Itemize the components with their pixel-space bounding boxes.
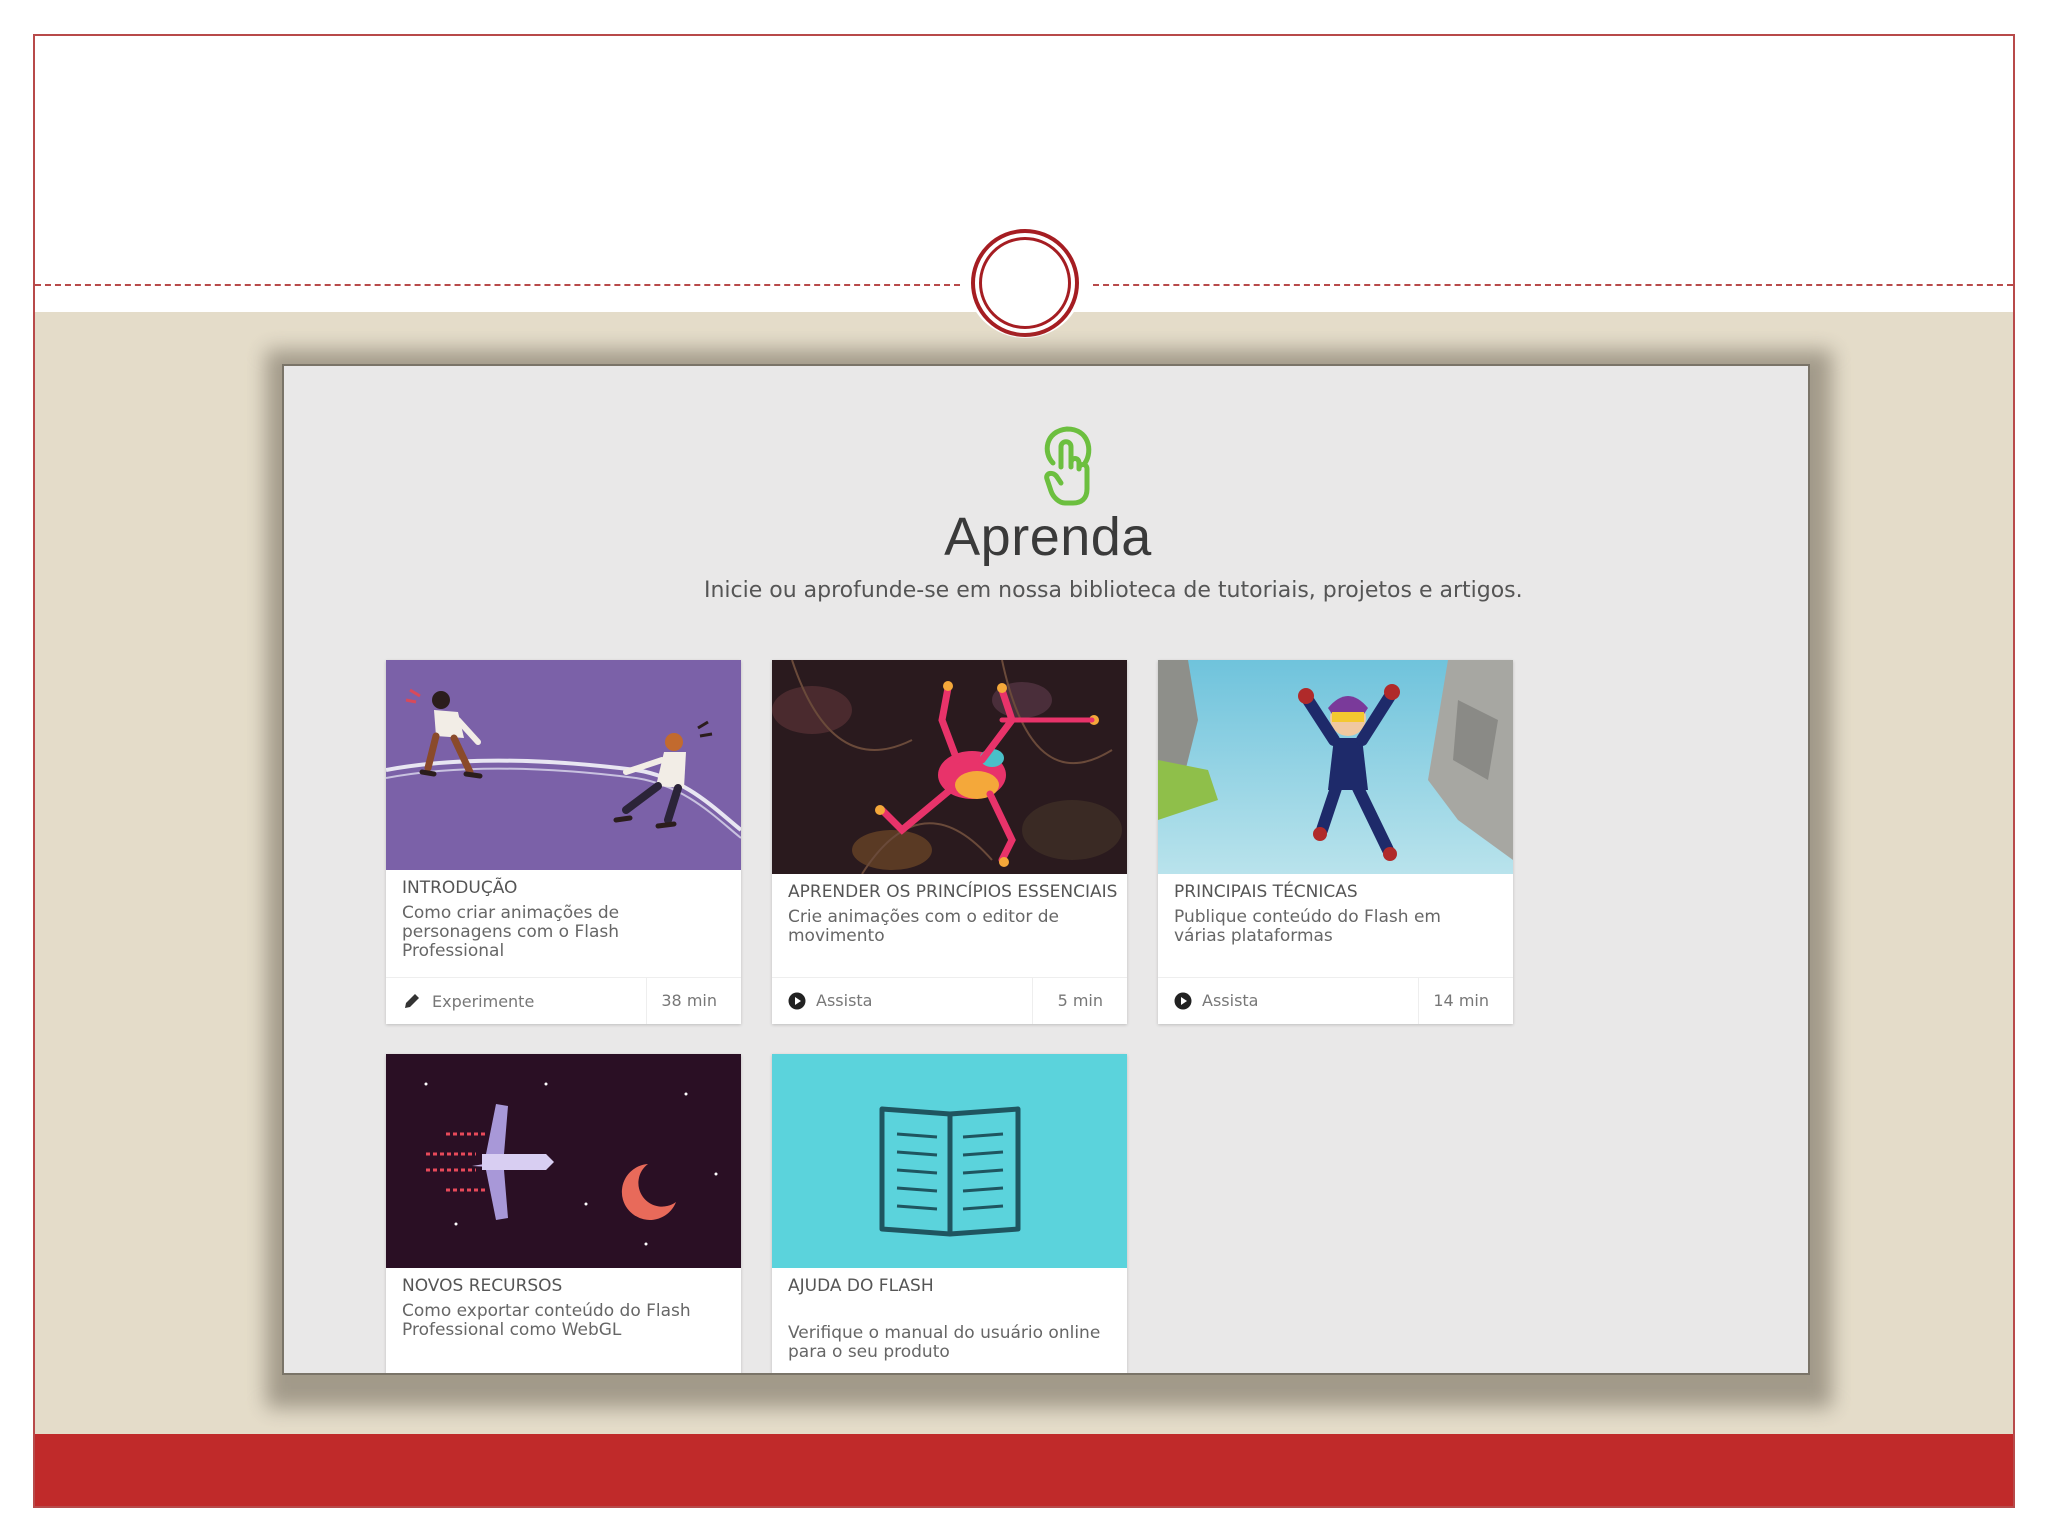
slide-footer-bar	[35, 1434, 2013, 1506]
learn-panel-screenshot: Aprenda Inicie ou aprofunde-se em nossa …	[282, 364, 1810, 1375]
tutorial-card-new-features[interactable]: NOVOS RECURSOS Como exportar conteúdo do…	[386, 1054, 741, 1373]
card-category: PRINCIPAIS TÉCNICAS	[1174, 882, 1358, 902]
footer-separator	[1032, 978, 1033, 1024]
card-action-label: Experimente	[432, 991, 535, 1011]
card-action-label: Assista	[816, 991, 873, 1010]
tutorial-card-essentials[interactable]: APRENDER OS PRINCÍPIOS ESSENCIAIS Crie a…	[772, 660, 1127, 1024]
play-icon	[1174, 992, 1192, 1009]
card-action-watch[interactable]: Assista	[788, 991, 872, 1010]
card-description: Publique conteúdo do Flash em várias pla…	[1174, 907, 1441, 946]
tutorial-card-flash-help[interactable]: AJUDA DO FLASH Verifique o manual do usu…	[772, 1054, 1127, 1373]
card-description: Crie animações com o editor de movimento	[788, 907, 1060, 946]
card-duration: 5 min	[1057, 991, 1103, 1010]
card-action-label: Assista	[1202, 991, 1259, 1010]
card-footer: Experimente 38 min	[386, 977, 741, 1024]
tutorial-card-introduction[interactable]: INTRODUÇÃO Como criar animações de perso…	[386, 660, 741, 1024]
card-duration: 38 min	[661, 991, 717, 1010]
card-description: Verifique o manual do usuário online par…	[788, 1323, 1101, 1362]
card-category: INTRODUÇÃO	[402, 878, 518, 898]
card-thumbnail-book	[772, 1054, 1127, 1268]
card-description: Como exportar conteúdo do Flash Professi…	[402, 1301, 691, 1340]
card-action-watch[interactable]: Assista	[1174, 991, 1258, 1010]
divider-line-right	[1093, 284, 2013, 286]
card-category: NOVOS RECURSOS	[402, 1276, 563, 1296]
footer-separator	[1418, 978, 1419, 1024]
hand-touch-icon	[1044, 426, 1092, 506]
learn-subtitle: Inicie ou aprofunde-se em nossa bibliote…	[704, 578, 1523, 603]
card-thumbnail-tug-of-war	[386, 660, 741, 870]
card-thumbnail-spaceship	[386, 1054, 741, 1268]
card-duration: 14 min	[1433, 991, 1489, 1010]
card-footer: Assista 14 min	[1158, 977, 1513, 1024]
card-category: APRENDER OS PRINCÍPIOS ESSENCIAIS	[788, 882, 1118, 902]
divider-line-left	[35, 284, 960, 286]
tutorial-card-key-techniques[interactable]: PRINCIPAIS TÉCNICAS Publique conteúdo do…	[1158, 660, 1513, 1024]
card-description: Como criar animações de personagens com …	[402, 903, 620, 961]
card-thumbnail-frog	[772, 660, 1127, 874]
play-icon	[788, 992, 806, 1009]
footer-separator	[646, 978, 647, 1024]
pencil-icon	[405, 994, 419, 1008]
card-footer: Assista 5 min	[772, 977, 1127, 1024]
card-category: AJUDA DO FLASH	[788, 1276, 934, 1296]
learn-title: Aprenda	[944, 507, 1152, 567]
card-action-try[interactable]: Experimente	[402, 991, 534, 1011]
divider-circle-inner-ring	[979, 237, 1071, 329]
card-thumbnail-superhero	[1158, 660, 1513, 874]
